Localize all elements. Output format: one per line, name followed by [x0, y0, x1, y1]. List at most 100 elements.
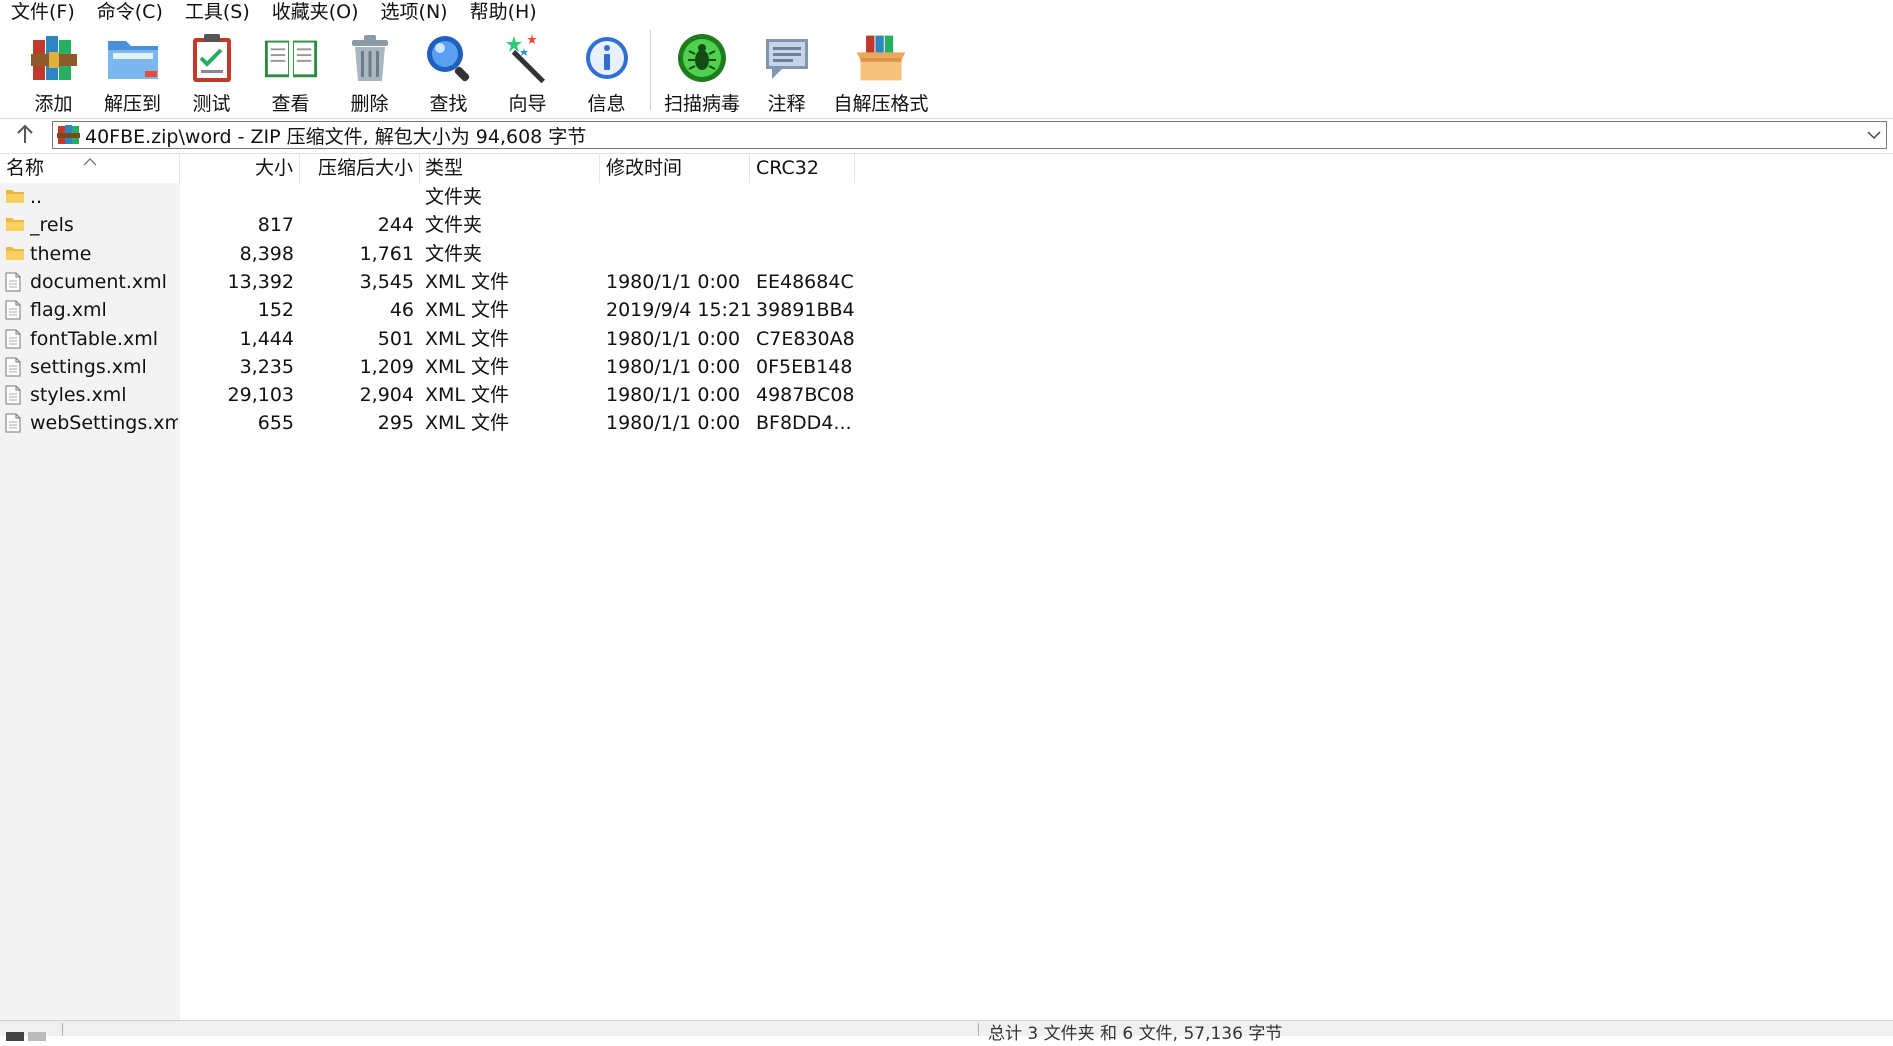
- file-crc: 0F5EB148: [756, 355, 853, 378]
- column-header-type[interactable]: 类型: [420, 153, 600, 183]
- scan-virus-button[interactable]: 扫描病毒: [657, 26, 747, 116]
- address-field[interactable]: 40FBE.zip\word - ZIP 压缩文件, 解包大小为 94,608 …: [52, 121, 1887, 149]
- file-name: styles.xml: [30, 384, 127, 407]
- scan-virus-label: 扫描病毒: [663, 93, 740, 115]
- column-header-name[interactable]: 名称: [0, 153, 180, 183]
- file-row[interactable]: _rels 817 244 文件夹: [0, 211, 855, 239]
- file-modified: [606, 211, 750, 239]
- file-size: 817: [257, 214, 294, 237]
- file-modified: 1980/1/1 0:00: [606, 384, 741, 407]
- toolbar: 添加 解压到 测试 查看 删除 查找 向导 信息 扫描病毒 注释 自解压格式: [0, 26, 1893, 119]
- file-modified: 1980/1/1 0:00: [606, 355, 741, 378]
- status-bar: 总计 3 文件夹 和 6 文件, 57,136 字节: [0, 1020, 1893, 1044]
- file-modified: [606, 183, 750, 211]
- wizard-label: 向导: [508, 93, 547, 115]
- file-icon: [5, 357, 25, 377]
- file-type: XML 文件: [425, 355, 510, 378]
- column-header-modified[interactable]: 修改时间: [600, 153, 750, 183]
- view-label: 查看: [271, 93, 310, 115]
- file-type: XML 文件: [425, 270, 510, 293]
- sfx-button[interactable]: 自解压格式: [826, 26, 936, 116]
- file-name: webSettings.xml: [30, 412, 178, 435]
- column-header-crc[interactable]: CRC32: [750, 153, 855, 183]
- menu-bar: 文件(F) 命令(C) 工具(S) 收藏夹(O) 选项(N) 帮助(H): [0, 0, 1893, 26]
- file-modified: 1980/1/1 0:00: [606, 412, 741, 435]
- status-divider: [62, 1023, 63, 1036]
- info-label: 信息: [587, 93, 626, 115]
- file-size: 152: [257, 299, 294, 322]
- menu-file[interactable]: 文件(F): [0, 0, 86, 26]
- file-crc: EE48684C: [756, 270, 854, 293]
- file-row[interactable]: theme 8,398 1,761 文件夹: [0, 240, 855, 268]
- trash-can-icon: [342, 30, 398, 85]
- file-modified: 2019/9/4 15:21: [606, 299, 750, 322]
- column-header-packed[interactable]: 压缩后大小: [300, 153, 420, 183]
- comment-icon: [759, 30, 815, 85]
- file-size: 655: [257, 412, 294, 435]
- comment-button[interactable]: 注释: [747, 26, 826, 116]
- add-button[interactable]: 添加: [14, 26, 93, 116]
- delete-label: 删除: [350, 93, 389, 115]
- file-icon: [5, 329, 25, 349]
- clipboard-check-icon: [184, 30, 240, 85]
- column-header-size[interactable]: 大小: [180, 153, 300, 183]
- wizard-button[interactable]: 向导: [488, 26, 567, 116]
- file-size: [180, 183, 294, 211]
- file-name: flag.xml: [30, 299, 107, 322]
- file-packed-size: 1,761: [359, 242, 414, 265]
- menu-tools[interactable]: 工具(S): [174, 0, 261, 26]
- info-icon: [579, 30, 635, 85]
- file-name: _rels: [30, 214, 74, 237]
- file-packed-size: 244: [377, 214, 414, 237]
- up-folder-button[interactable]: [12, 124, 38, 148]
- folder-icon: [5, 244, 25, 264]
- file-crc: [756, 211, 854, 239]
- file-type: 文件夹: [425, 186, 483, 208]
- extract-to-button[interactable]: 解压到: [93, 26, 172, 116]
- magnifier-icon: [421, 30, 477, 85]
- file-row[interactable]: settings.xml 3,235 1,209 XML 文件 1980/1/1 0:0…: [0, 353, 855, 381]
- file-name: theme: [30, 242, 92, 265]
- find-label: 查找: [429, 93, 468, 115]
- menu-commands[interactable]: 命令(C): [86, 0, 174, 26]
- file-crc: BF8DD4...: [756, 412, 852, 435]
- file-type: XML 文件: [425, 384, 510, 407]
- file-row[interactable]: .. 文件夹: [0, 183, 855, 211]
- status-divider: [978, 1023, 979, 1036]
- add-label: 添加: [34, 93, 73, 115]
- file-packed-size: 295: [377, 412, 414, 435]
- test-button[interactable]: 测试: [172, 26, 251, 116]
- file-row[interactable]: webSettings.xml 655 295 XML 文件 1980/1/1 0:00…: [0, 409, 855, 437]
- file-size: 8,398: [239, 242, 294, 265]
- status-text: 总计 3 文件夹 和 6 文件, 57,136 字节: [988, 1024, 1283, 1044]
- sfx-label: 自解压格式: [833, 93, 929, 115]
- info-button[interactable]: 信息: [567, 26, 646, 116]
- find-button[interactable]: 查找: [409, 26, 488, 116]
- file-packed-size: 2,904: [359, 384, 414, 407]
- file-row[interactable]: document.xml 13,392 3,545 XML 文件 1980/1/1 0:…: [0, 268, 855, 296]
- file-type: 文件夹: [425, 242, 483, 265]
- sfx-box-icon: [853, 30, 909, 85]
- delete-button[interactable]: 删除: [330, 26, 409, 116]
- file-icon: [5, 272, 25, 292]
- view-button[interactable]: 查看: [251, 26, 330, 116]
- file-type: XML 文件: [425, 412, 510, 435]
- file-size: 13,392: [227, 270, 294, 293]
- open-book-icon: [263, 30, 319, 85]
- address-path: 40FBE.zip\word - ZIP 压缩文件, 解包大小为 94,608 …: [85, 125, 587, 148]
- menu-favorites[interactable]: 收藏夹(O): [261, 0, 370, 26]
- file-packed-size: 501: [377, 327, 414, 350]
- menu-options[interactable]: 选项(N): [370, 0, 459, 26]
- archive-books-icon: [26, 30, 82, 85]
- file-crc: [756, 240, 854, 268]
- menu-help[interactable]: 帮助(H): [459, 0, 548, 26]
- file-type: XML 文件: [425, 327, 510, 350]
- chevron-down-icon[interactable]: [1866, 126, 1882, 144]
- file-crc: 39891BB4: [756, 299, 854, 322]
- file-row[interactable]: fontTable.xml 1,444 501 XML 文件 1980/1/1 0:00…: [0, 325, 855, 353]
- address-bar: 40FBE.zip\word - ZIP 压缩文件, 解包大小为 94,608 …: [0, 119, 1893, 154]
- file-size: 29,103: [227, 384, 294, 407]
- file-size: 3,235: [239, 355, 294, 378]
- file-row[interactable]: styles.xml 29,103 2,904 XML 文件 1980/1/1 0:00…: [0, 381, 855, 409]
- file-row[interactable]: flag.xml 152 46 XML 文件 2019/9/4 15:21 39891BB…: [0, 296, 855, 324]
